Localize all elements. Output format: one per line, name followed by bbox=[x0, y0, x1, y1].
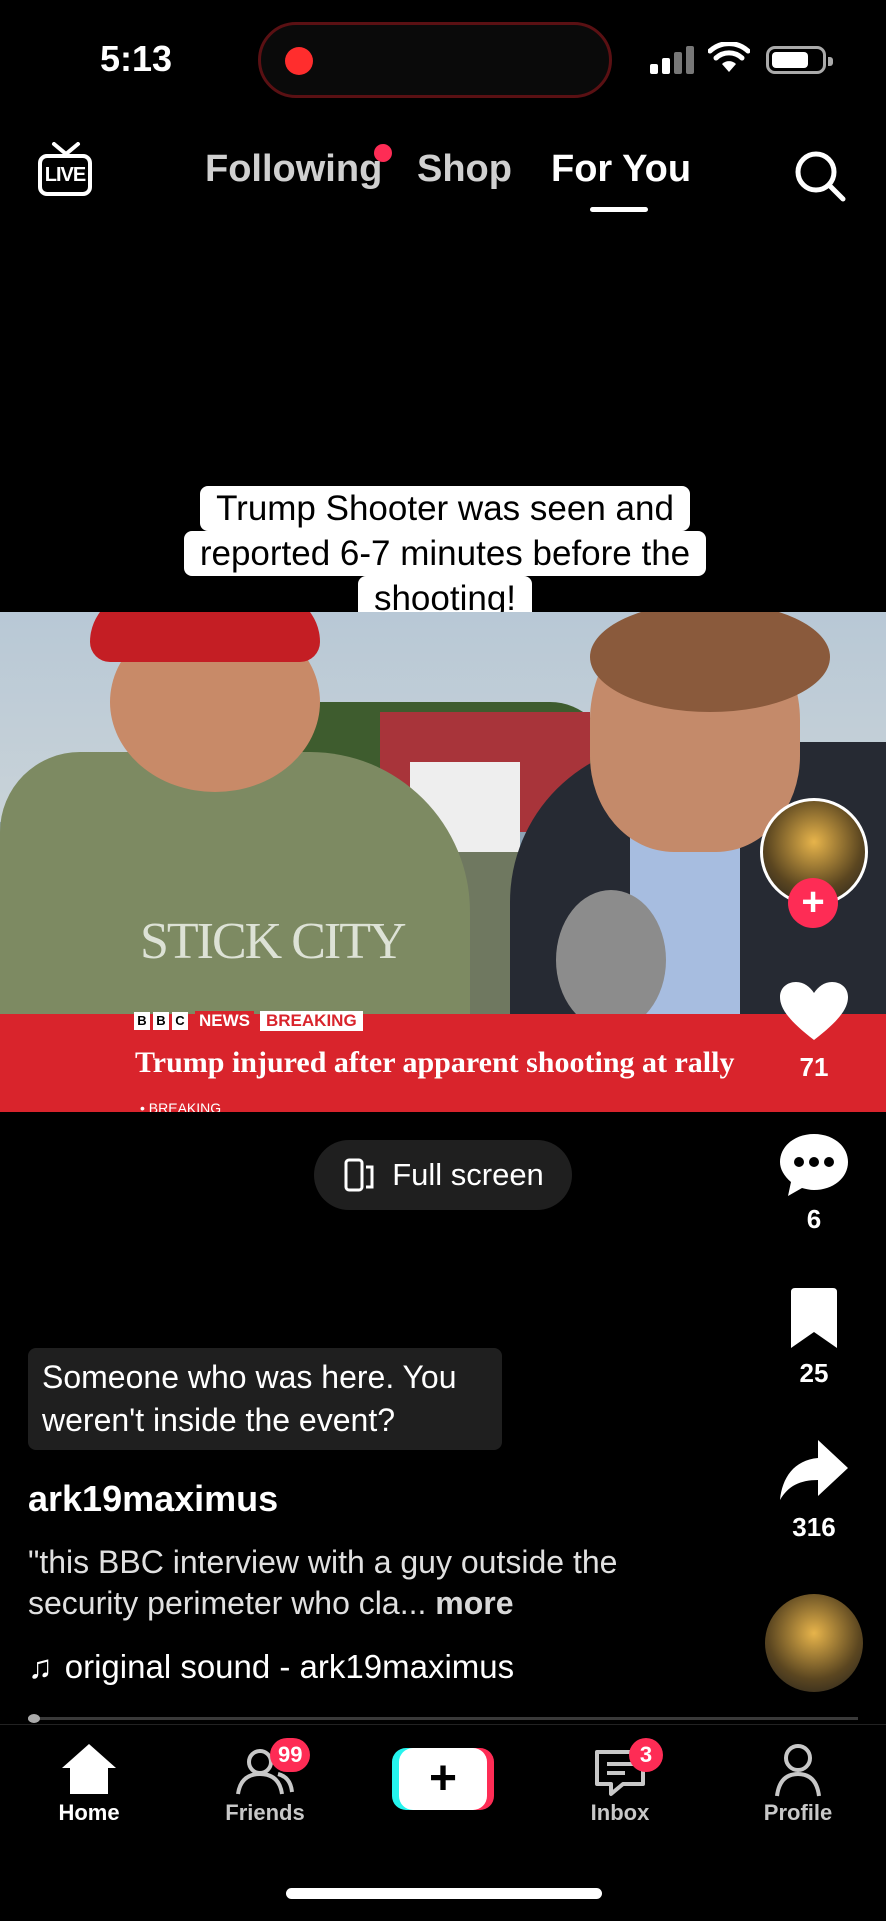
following-notification-dot bbox=[374, 144, 392, 162]
comment-icon[interactable] bbox=[778, 1130, 850, 1198]
save-count: 25 bbox=[799, 1358, 829, 1388]
dynamic-island bbox=[258, 22, 612, 98]
live-tv-icon[interactable]: LIVE bbox=[38, 142, 96, 202]
reply-comment-bubble[interactable]: Someone who was here. You weren't inside… bbox=[28, 1348, 502, 1450]
tab-following[interactable]: Following bbox=[205, 148, 382, 191]
status-time: 5:13 bbox=[100, 38, 173, 79]
music-note-icon: ♫ bbox=[28, 1648, 53, 1685]
tab-for-you[interactable]: For You bbox=[551, 148, 691, 191]
active-tab-indicator bbox=[590, 207, 648, 212]
inbox-badge: 3 bbox=[629, 1738, 663, 1772]
video-progress-bar[interactable] bbox=[28, 1717, 858, 1720]
share-count: 316 bbox=[792, 1512, 836, 1542]
sound-disc-icon[interactable] bbox=[765, 1594, 863, 1692]
recording-indicator-icon bbox=[285, 47, 313, 75]
battery-icon bbox=[766, 46, 833, 74]
create-post-button[interactable]: + bbox=[392, 1748, 494, 1810]
rotate-screen-icon bbox=[344, 1158, 374, 1192]
fullscreen-button[interactable]: Full screen bbox=[314, 1140, 572, 1210]
video-caption: Trump Shooter was seen and reported 6-7 … bbox=[180, 486, 710, 621]
post-description[interactable]: "this BBC interview with a guy outside t… bbox=[28, 1542, 668, 1624]
profile-icon bbox=[775, 1744, 821, 1797]
heart-icon[interactable] bbox=[778, 980, 850, 1044]
microphone bbox=[556, 890, 666, 1030]
home-indicator[interactable] bbox=[286, 1888, 602, 1899]
tab-shop[interactable]: Shop bbox=[417, 148, 512, 191]
video-player[interactable]: STICK CITY B B C NEWS BREAKING Trump inj… bbox=[0, 612, 886, 1112]
progress-handle[interactable] bbox=[28, 1714, 40, 1723]
friends-badge: 99 bbox=[270, 1738, 311, 1772]
cellular-signal-icon bbox=[650, 46, 696, 74]
creator-username[interactable]: ark19maximus bbox=[28, 1478, 278, 1520]
shirt-text: STICK CITY bbox=[140, 913, 407, 970]
share-icon[interactable] bbox=[778, 1438, 850, 1504]
search-icon[interactable] bbox=[792, 148, 848, 204]
sound-link[interactable]: ♫ original sound - ark19maximus bbox=[28, 1648, 514, 1686]
comment-count: 6 bbox=[806, 1204, 822, 1234]
news-headline: Trump injured after apparent shooting at… bbox=[135, 1046, 735, 1079]
bookmark-icon[interactable] bbox=[787, 1288, 841, 1350]
sound-label: original sound - ark19maximus bbox=[64, 1648, 515, 1685]
fullscreen-label: Full screen bbox=[392, 1157, 544, 1192]
description-text: "this BBC interview with a guy outside t… bbox=[28, 1544, 618, 1621]
live-label: LIVE bbox=[44, 164, 86, 186]
red-hat bbox=[90, 612, 320, 662]
news-ticker: • BREAKING bbox=[140, 1100, 222, 1112]
follow-plus-icon[interactable]: + bbox=[788, 878, 838, 928]
breaking-tag: BREAKING bbox=[260, 1011, 363, 1031]
like-count: 71 bbox=[799, 1052, 829, 1082]
wifi-icon bbox=[708, 42, 750, 72]
plus-icon: + bbox=[399, 1748, 487, 1810]
bbc-news-logo: B B C NEWS BREAKING bbox=[134, 1011, 363, 1031]
home-icon bbox=[62, 1744, 116, 1794]
more-link[interactable]: more bbox=[435, 1585, 513, 1621]
